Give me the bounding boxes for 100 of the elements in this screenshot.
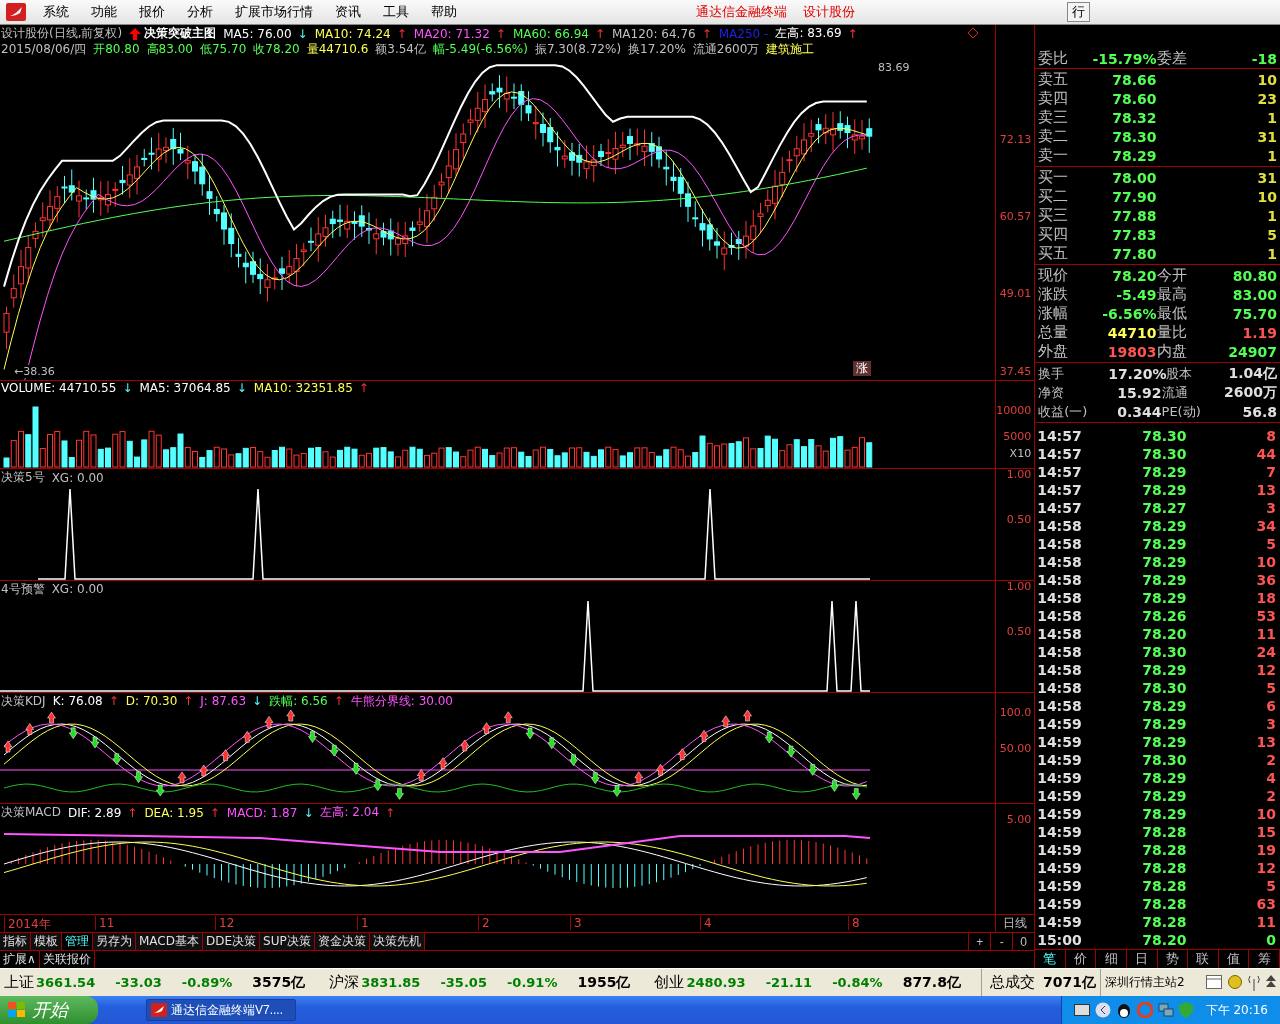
trade-price: 78.28 [1141,878,1187,894]
axis-label: 50.00 [999,741,1032,755]
indicator-value: D: 70.30 [125,694,178,708]
menu-item[interactable]: 分析 [176,3,224,21]
index-name: 创业 [654,973,685,992]
date-label: 12 [215,916,235,930]
indicator-tab[interactable]: DDE决策 [203,933,261,950]
indicator-tab[interactable]: MACD基本 [136,933,203,950]
info-value: 1.04亿 [1228,364,1277,383]
order-price: 78.00 [1111,169,1157,186]
menu-item[interactable]: 报价 [128,3,176,21]
up-arrow-icon [243,730,252,743]
extra-tab[interactable]: 扩展∧ [0,951,40,968]
trend-arrow: ↑ [209,805,220,820]
trade-price: 78.30 [1141,446,1187,462]
toolbar-button[interactable]: 行 [1067,2,1090,22]
indicator-tab[interactable]: 决策先机 [369,933,425,950]
indicator-value: XG: 0.00 [51,582,104,597]
menu-item[interactable]: 帮助 [420,3,468,21]
indicator-tab[interactable]: SUP决策 [260,933,315,950]
app-logo-icon [6,3,26,21]
trade-time: 14:57 [1037,500,1083,516]
trade-time: 15:00 [1037,932,1083,948]
menu-item[interactable]: 扩展市场行情 [224,3,324,21]
quote-value: 1.19 [1241,324,1277,341]
trade-volume: 7 [1265,464,1276,480]
menu-item[interactable]: 工具 [372,3,420,21]
trade-time: 14:58 [1037,608,1083,624]
down-arrow-icon [852,787,861,800]
trade-time: 14:58 [1037,644,1083,660]
order-price: 77.83 [1111,226,1157,243]
trade-time: 14:59 [1037,716,1083,732]
chevron-left-icon[interactable] [1094,1002,1111,1018]
down-arrow-icon [90,736,100,748]
indicator-tab[interactable]: 资金决策 [314,933,370,950]
index-change: -35.05 [440,975,487,990]
axis-label: 5000 [1003,430,1032,443]
order-level-label: 买二 [1038,187,1070,206]
indicator-tab[interactable]: 指标 [0,933,31,950]
indicator-value: MA250 - [718,26,769,41]
quote-value: 83.00 [1231,286,1277,303]
order-price: 78.66 [1111,71,1157,88]
trade-volume: 10 [1255,806,1276,822]
info-value: 0.344 [1116,403,1162,420]
quote-label: 今开 [1156,266,1188,285]
indicator-value: 牛熊分界线: 30.00 [350,692,453,710]
menu-item[interactable]: 功能 [80,3,128,21]
menu-item[interactable]: 资讯 [324,3,372,21]
trade-volume: 3 [1265,716,1276,732]
up-arrow-icon [438,756,448,769]
up-arrow-icon [264,715,274,728]
info-label: 换手 [1038,364,1066,383]
indicator-value: 低75.70 [199,41,247,58]
trade-time: 14:58 [1037,572,1083,588]
trade-volume: 11 [1255,626,1276,642]
trade-price: 78.28 [1141,842,1187,858]
indicator-value: 流通2600万 [692,41,760,58]
trend-arrow: ↑ [594,26,605,41]
network-icon[interactable] [1157,1002,1174,1018]
indicator-value: 决策5号 [1,469,45,486]
trade-volume: 11 [1255,914,1276,930]
indicator-tab[interactable]: 管理 [62,933,93,950]
indicator-value: 设计股份(日线,前复权) [1,25,123,42]
trend-arrow: ↓ [297,26,308,41]
indicator-value: MACD: 1.87 [226,805,298,820]
trade-volume: 12 [1255,662,1276,678]
keyboard-icon[interactable] [1073,1004,1090,1016]
trade-price: 78.20 [1141,626,1187,642]
trade-price: 78.29 [1141,536,1187,552]
down-arrow-icon [330,744,339,756]
down-arrow-icon [112,752,121,765]
ratio-label: 委差 [1156,49,1188,68]
index-amount: 3575亿 [252,973,306,992]
info-label: 收益(一) [1038,402,1089,421]
trade-price: 78.27 [1141,500,1187,516]
trend-arrow: ↓ [303,805,314,820]
taskbar-button[interactable]: 通达信金融终端V7.... [146,999,296,1021]
indicator-value: 振7.30(8.72%) [534,41,622,58]
indicator-tab[interactable]: 另存为 [93,933,136,950]
trade-time: 14:59 [1037,752,1083,768]
high-price-label: 83.69 [878,61,910,74]
indicator-tab[interactable]: 模板 [31,933,62,950]
trade-volume: 10 [1255,554,1276,570]
quote-label: 现价 [1038,266,1070,285]
indicator-value: DEA: 1.95 [144,805,204,820]
indicator-value: 量44710.6 [306,41,369,58]
menu-item[interactable]: 系统 [32,3,80,21]
order-level-label: 买一 [1038,168,1070,187]
axis-label: 100.0 [999,705,1032,719]
up-arrow-icon [634,771,643,783]
down-arrow-icon [591,771,600,784]
trade-time: 14:59 [1037,770,1083,786]
indicator-value: MA60: 66.94 [512,26,589,41]
indicator-value: 决策突破主图 [144,25,217,42]
index-value: 2480.93 [686,975,746,990]
trade-volume: 13 [1255,482,1276,498]
quote-label: 最低 [1156,304,1188,323]
index-amount: 877.8亿 [902,973,961,992]
order-price: 78.60 [1111,90,1157,107]
trend-arrow: ↑ [701,26,712,41]
